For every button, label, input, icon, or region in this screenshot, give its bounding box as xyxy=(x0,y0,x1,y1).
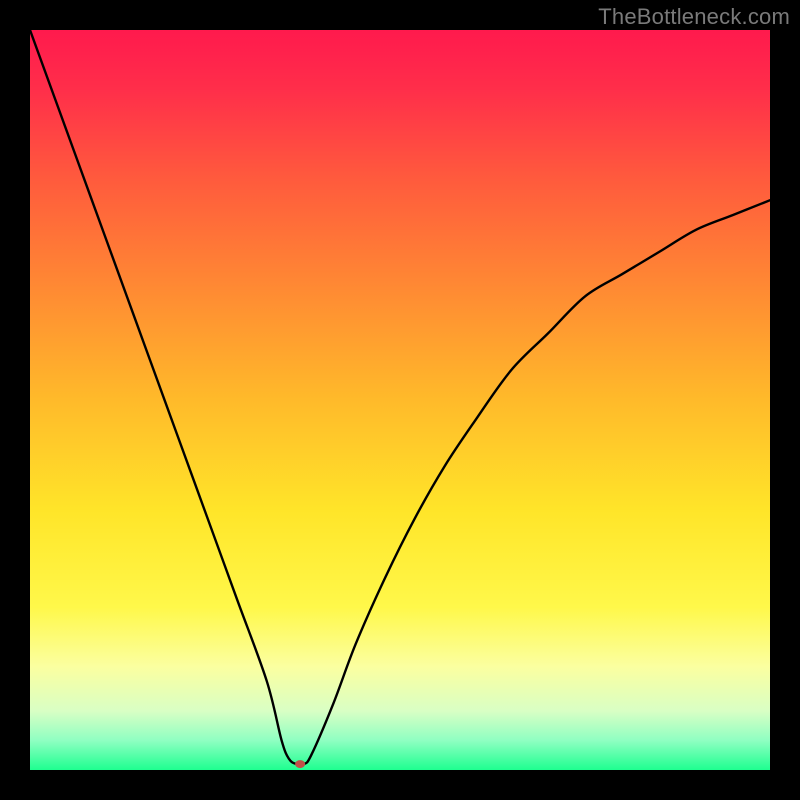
watermark-text: TheBottleneck.com xyxy=(598,4,790,30)
chart-frame: TheBottleneck.com xyxy=(0,0,800,800)
bottleneck-curve-chart xyxy=(30,30,770,770)
minimum-marker xyxy=(295,760,305,768)
chart-background xyxy=(30,30,770,770)
